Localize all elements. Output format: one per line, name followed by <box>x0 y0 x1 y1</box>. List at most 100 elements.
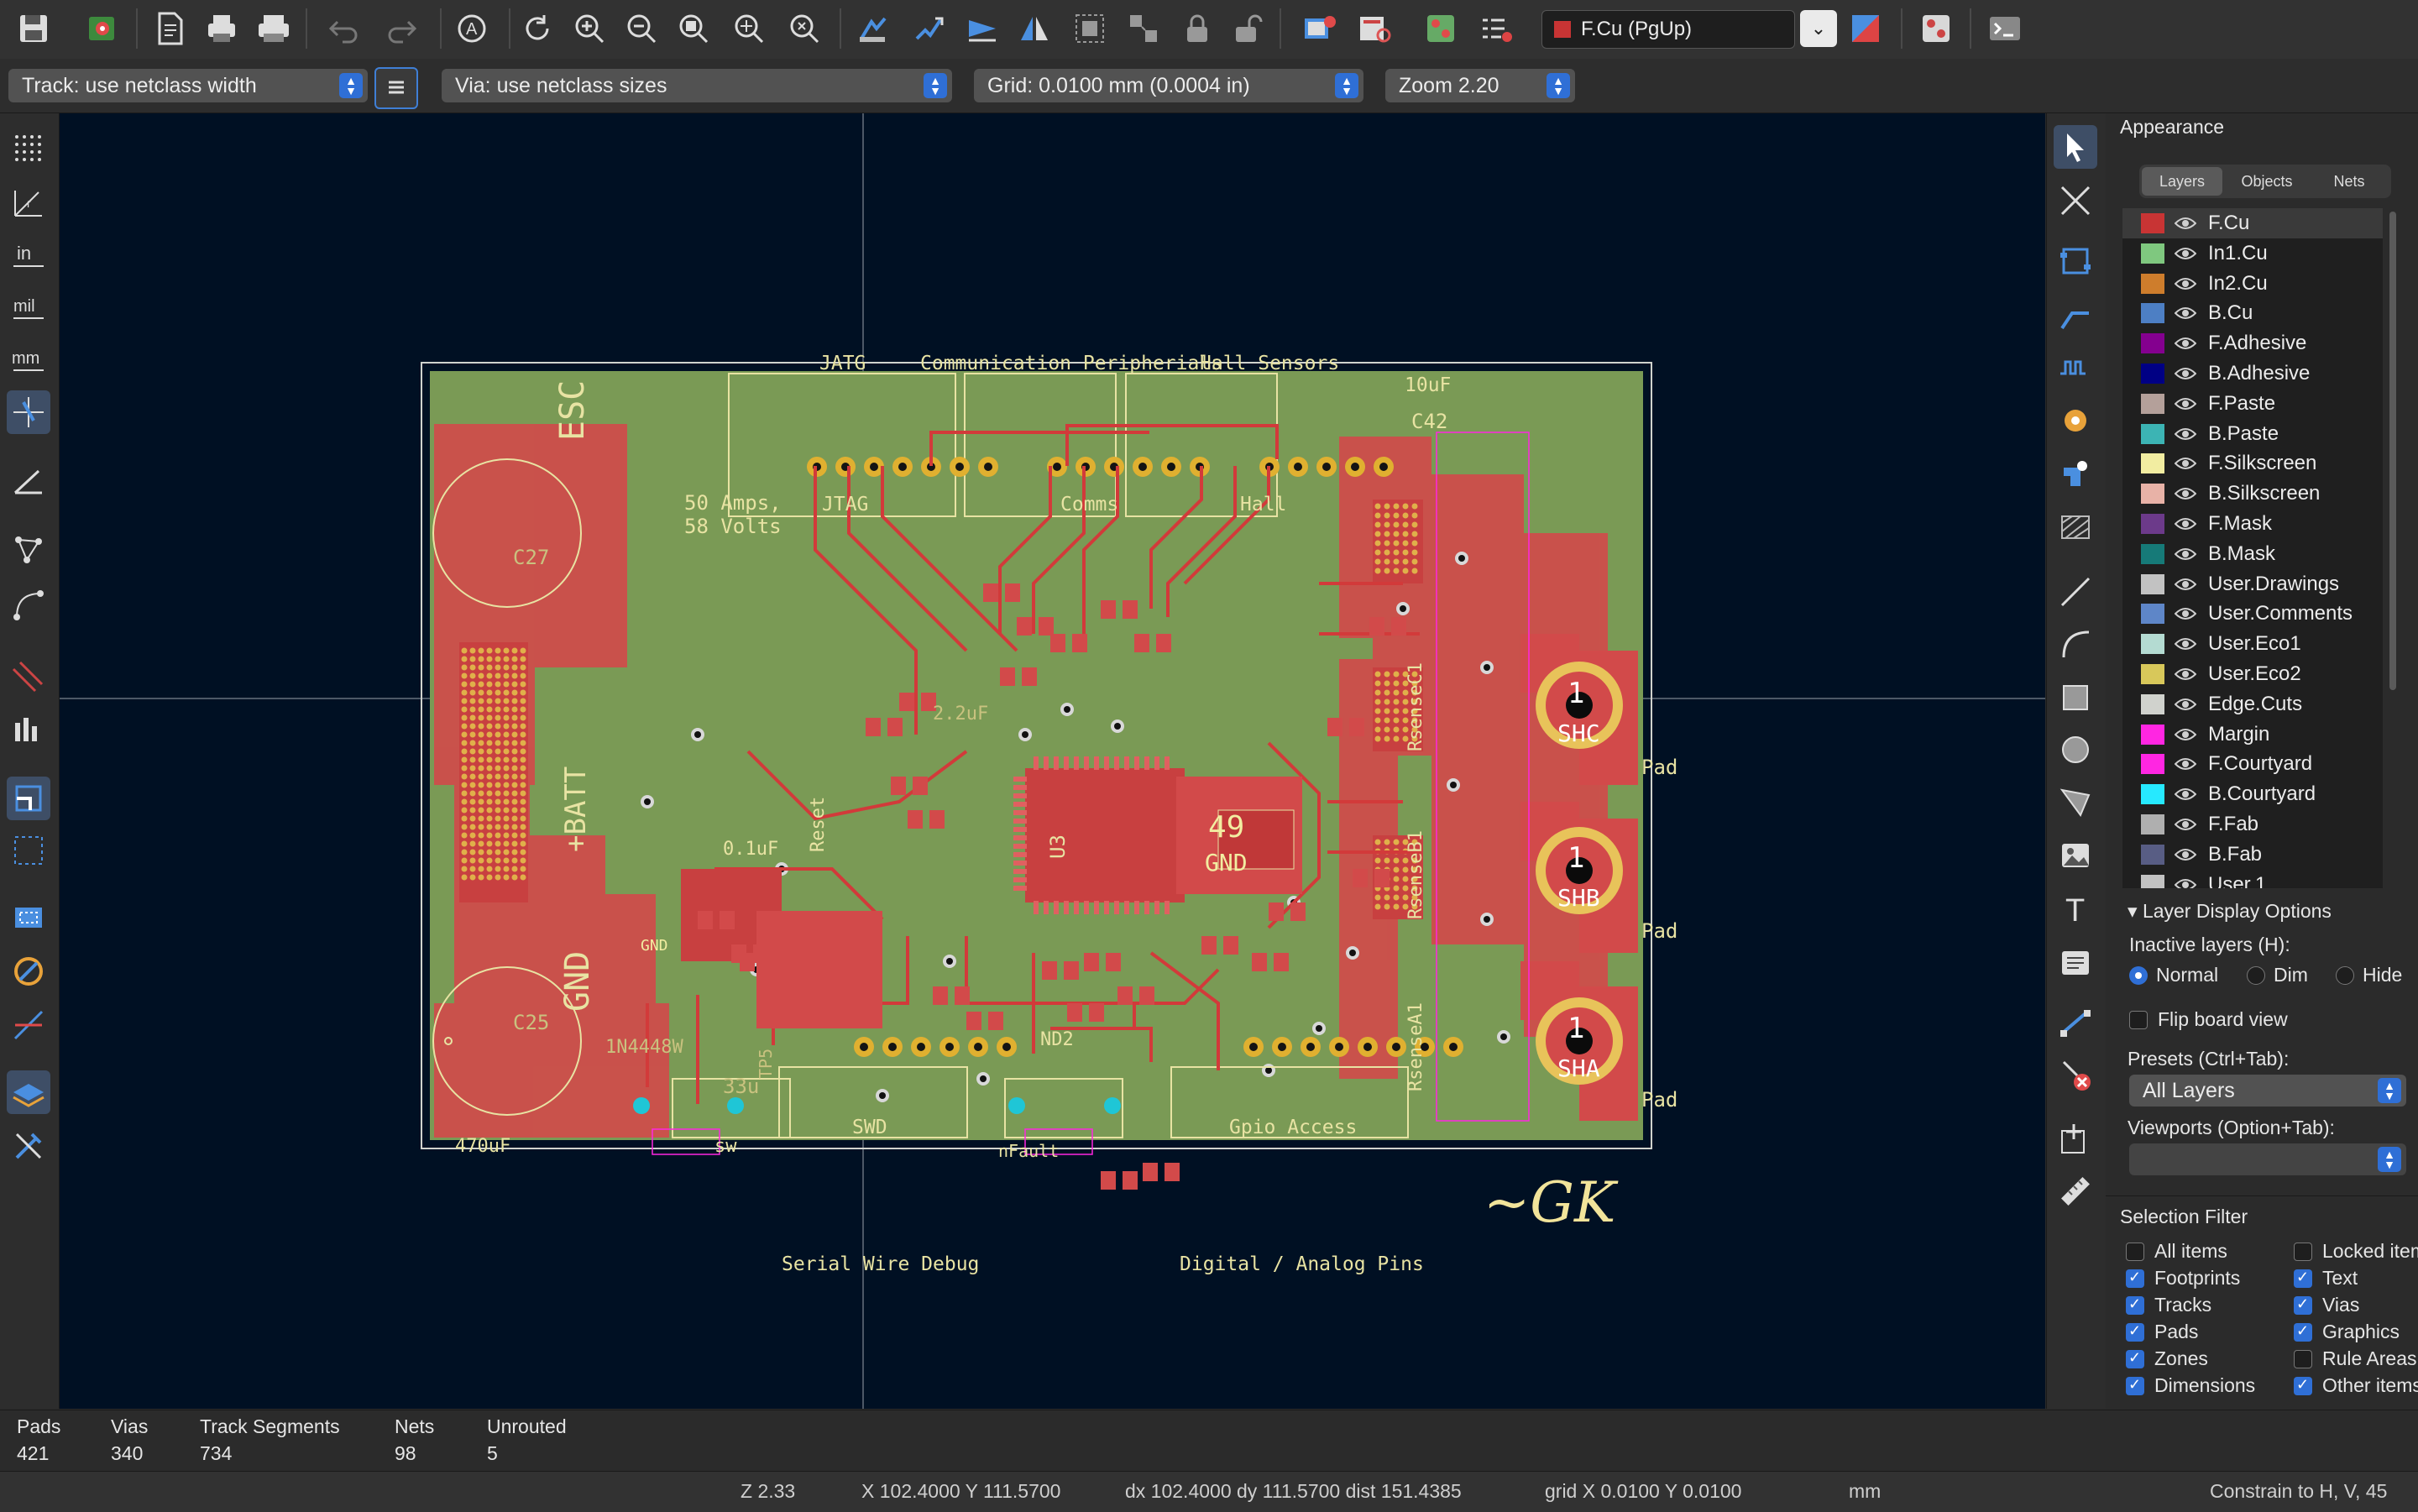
cursor-crosshair-icon[interactable] <box>7 390 50 434</box>
eye-icon[interactable] <box>2174 878 2197 888</box>
layer-color-swatch[interactable] <box>2141 243 2164 264</box>
refresh-icon[interactable] <box>516 7 559 50</box>
layer-row[interactable]: F.Mask <box>2122 509 2383 539</box>
presets-select[interactable]: All Layers ▲ ▼ <box>2129 1075 2406 1107</box>
add-textbox-icon[interactable] <box>2054 941 2097 985</box>
eye-icon[interactable] <box>2174 247 2197 260</box>
layer-row[interactable]: B.Mask <box>2122 539 2383 569</box>
grid-dots-icon[interactable] <box>7 127 50 170</box>
drc-icon[interactable] <box>1353 7 1397 50</box>
layer-pair-icon[interactable] <box>1844 7 1887 50</box>
layer-color-swatch[interactable] <box>2141 333 2164 354</box>
filter-checkbox[interactable] <box>2126 1322 2144 1342</box>
viewports-select[interactable]: ▲ ▼ <box>2129 1143 2406 1175</box>
show-appearance-icon[interactable] <box>7 1070 50 1114</box>
mirror-icon[interactable] <box>1013 7 1056 50</box>
layer-color-swatch[interactable] <box>2141 543 2164 564</box>
layer-color-swatch[interactable] <box>2141 814 2164 834</box>
filter-checkbox[interactable] <box>2294 1295 2312 1315</box>
eye-icon[interactable] <box>2174 667 2197 681</box>
layer-color-swatch[interactable] <box>2141 514 2164 534</box>
zone-fill-icon[interactable] <box>7 896 50 939</box>
flip-icon[interactable] <box>960 7 1004 50</box>
curved-ratsnest-icon[interactable] <box>7 583 50 627</box>
layer-color-swatch[interactable] <box>2141 754 2164 775</box>
layer-row[interactable]: F.Paste <box>2122 389 2383 419</box>
mil-units-icon[interactable]: mil <box>7 285 50 328</box>
filter-checkbox[interactable] <box>2294 1269 2312 1288</box>
set-origin-icon[interactable] <box>2054 1117 2097 1161</box>
add-image-icon[interactable] <box>2054 834 2097 877</box>
add-text-icon[interactable]: T <box>2054 887 2097 931</box>
layer-list-scrollbar[interactable] <box>2389 212 2396 690</box>
track-width-toggle-icon[interactable] <box>374 67 418 109</box>
print-icon[interactable] <box>200 7 243 50</box>
layer-row[interactable]: F.Fab <box>2122 809 2383 840</box>
layer-row[interactable]: User.Comments <box>2122 599 2383 629</box>
drc-marker-icon[interactable] <box>7 1003 50 1047</box>
layer-row[interactable]: User.1 <box>2122 870 2383 888</box>
tab-nets[interactable]: Nets <box>2311 167 2388 196</box>
eye-icon[interactable] <box>2174 728 2197 741</box>
local-ratsnest-icon[interactable] <box>2054 179 2097 222</box>
filter-checkbox[interactable] <box>2294 1350 2312 1368</box>
layer-color-swatch[interactable] <box>2141 303 2164 324</box>
plot-icon[interactable] <box>252 7 296 50</box>
layer-row[interactable]: User.Eco2 <box>2122 659 2383 689</box>
netlist-icon[interactable] <box>1298 7 1342 50</box>
board-setup-icon[interactable] <box>81 7 124 50</box>
eye-icon[interactable] <box>2174 578 2197 591</box>
ungroup-icon[interactable] <box>1122 7 1165 50</box>
draw-rectangle-icon[interactable] <box>2054 676 2097 719</box>
layer-row[interactable]: B.Courtyard <box>2122 779 2383 809</box>
layer-list[interactable]: F.Cu In1.Cu In2.Cu B.Cu F.Adhesive B.Adhesive… <box>2122 208 2383 888</box>
select-icon[interactable] <box>2054 125 2097 169</box>
via-size-select[interactable]: Via: use netclass sizes ▲ ▼ <box>442 69 952 102</box>
page-settings-icon[interactable] <box>148 7 191 50</box>
layer-color-swatch[interactable] <box>2141 693 2164 714</box>
via-outline-icon[interactable] <box>7 777 50 820</box>
layer-display-options-header[interactable]: ▾ Layer Display Options <box>2128 900 2332 923</box>
filter-checkbox[interactable] <box>2126 1243 2144 1261</box>
draw-circle-icon[interactable] <box>2054 728 2097 772</box>
eye-icon[interactable] <box>2174 698 2197 711</box>
pad-outline-icon[interactable] <box>7 706 50 750</box>
undo-icon[interactable] <box>322 7 366 50</box>
radio-dim[interactable] <box>2247 966 2265 985</box>
filter-checkbox[interactable] <box>2126 1295 2144 1315</box>
eye-icon[interactable] <box>2174 277 2197 290</box>
layer-color-swatch[interactable] <box>2141 573 2164 594</box>
properties-icon[interactable] <box>7 1124 50 1168</box>
find-icon[interactable]: A <box>450 7 494 50</box>
filter-checkbox[interactable] <box>2294 1376 2312 1395</box>
add-zone-icon[interactable] <box>2054 503 2097 547</box>
active-layer-select[interactable]: F.Cu (PgUp) <box>1541 10 1795 49</box>
mm-units-icon[interactable]: mm <box>7 337 50 380</box>
layer-row[interactable]: In1.Cu <box>2122 238 2383 269</box>
zoom-fit-icon[interactable] <box>672 7 715 50</box>
chevron-down-icon[interactable]: ⌄ <box>1800 10 1837 47</box>
tab-layers[interactable]: Layers <box>2142 167 2222 196</box>
draw-polygon-icon[interactable] <box>2054 780 2097 824</box>
layer-row[interactable]: F.Courtyard <box>2122 749 2383 779</box>
radio-normal[interactable] <box>2129 966 2148 985</box>
eye-icon[interactable] <box>2174 757 2197 771</box>
tune-length-icon[interactable] <box>2054 345 2097 389</box>
eye-icon[interactable] <box>2174 217 2197 230</box>
layer-row[interactable]: B.Adhesive <box>2122 358 2383 389</box>
ratsnest-icon[interactable] <box>7 528 50 572</box>
layer-color-swatch[interactable] <box>2141 453 2164 474</box>
footprint-editor-icon[interactable] <box>1419 7 1463 50</box>
add-microvia-icon[interactable] <box>2054 451 2097 494</box>
layer-color-swatch[interactable] <box>2141 874 2164 888</box>
layer-color-swatch[interactable] <box>2141 423 2164 444</box>
bom-icon[interactable] <box>1474 7 1518 50</box>
layer-row[interactable]: F.Cu <box>2122 208 2383 238</box>
eye-icon[interactable] <box>2174 607 2197 620</box>
eye-icon[interactable] <box>2174 427 2197 441</box>
layer-row[interactable]: F.Adhesive <box>2122 328 2383 358</box>
eye-icon[interactable] <box>2174 547 2197 561</box>
track-outline-icon[interactable] <box>7 654 50 698</box>
zone-outline-icon[interactable] <box>7 829 50 872</box>
zoom-select[interactable]: Zoom 2.20 ▲ ▼ <box>1385 69 1575 102</box>
